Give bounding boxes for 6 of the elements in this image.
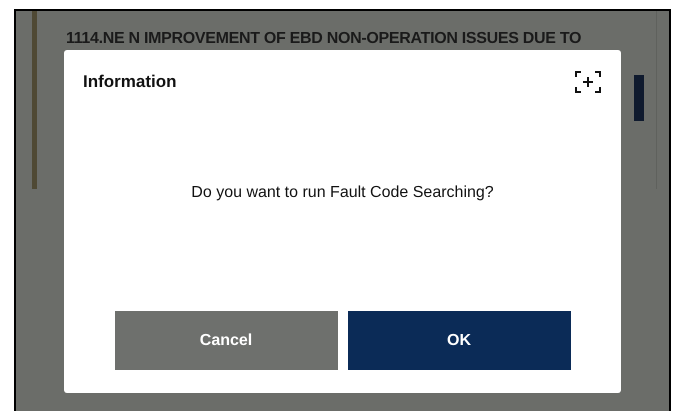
dialog-title: Information bbox=[83, 71, 176, 93]
ok-button[interactable]: OK bbox=[348, 311, 570, 370]
card-title: 1114.NE N IMPROVEMENT OF EBD NON-OPERATION ISSUES DUE TO bbox=[66, 29, 582, 49]
dialog-message: Do you want to run Fault Code Searching? bbox=[191, 182, 494, 203]
cancel-button[interactable]: Cancel bbox=[114, 311, 338, 370]
expand-icon[interactable] bbox=[575, 70, 601, 93]
